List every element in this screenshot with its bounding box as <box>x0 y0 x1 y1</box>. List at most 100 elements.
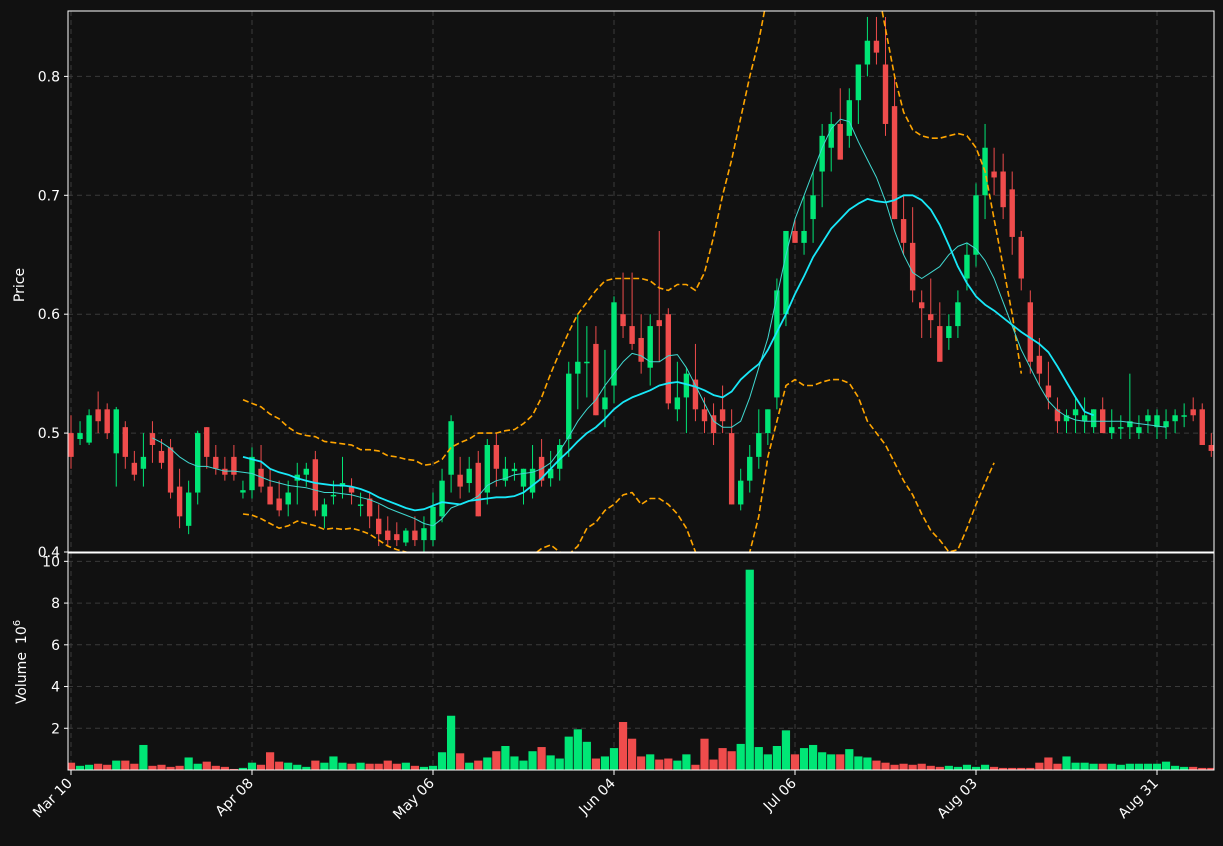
volume-bar <box>591 758 600 770</box>
volume-bar <box>356 762 365 770</box>
candle-body <box>1009 189 1015 237</box>
volume-bar <box>193 763 202 770</box>
volume-bar <box>537 747 546 770</box>
volume-bar <box>962 764 972 770</box>
volume-bar <box>827 754 836 770</box>
candle-body <box>475 462 481 517</box>
candle-body <box>575 361 581 374</box>
volume-bar <box>727 751 736 770</box>
candle-body <box>303 468 309 475</box>
volume-bar <box>863 757 872 770</box>
volume-bar <box>1062 756 1071 770</box>
volume-bar <box>383 760 392 770</box>
volume-bar <box>555 758 564 770</box>
candle-body <box>792 230 798 243</box>
volume-bar <box>175 765 184 770</box>
candle-body <box>113 409 119 454</box>
candle-body <box>493 444 500 469</box>
candle-body <box>68 433 74 457</box>
candle-body <box>520 468 527 487</box>
volume-bar <box>256 764 266 770</box>
volume-bar <box>447 715 456 770</box>
volume-bar <box>682 754 691 770</box>
volume-tick-label: 4 <box>51 680 60 696</box>
volume-bar <box>818 752 827 770</box>
volume-bar <box>401 762 410 770</box>
volume-bar <box>944 765 953 770</box>
candle-body <box>584 361 590 364</box>
chart-root: 0.4 0.5 0.6 0.7 0.8 2 4 6 8 10 Mar 10 Apr 08 May 0… <box>0 0 1223 842</box>
candle-body <box>412 530 418 541</box>
candle-body <box>439 480 445 517</box>
volume-bar <box>790 754 800 770</box>
volume-bar <box>465 762 474 770</box>
volume-bar <box>673 760 682 770</box>
candle-body <box>629 326 635 344</box>
volume-bar <box>456 753 465 770</box>
candle-body <box>222 468 228 475</box>
candle-body <box>285 492 291 505</box>
price-tick-label: 0.8 <box>38 69 60 85</box>
candle-body <box>321 504 328 517</box>
candle-body <box>1018 236 1024 279</box>
volume-bar <box>745 569 754 770</box>
candle-body <box>104 409 110 434</box>
volume-bar <box>1171 765 1180 770</box>
candle-body <box>638 337 644 362</box>
candle-body <box>403 530 409 543</box>
volume-bar <box>347 763 356 770</box>
candle-body <box>783 230 789 315</box>
volume-tick-label: 10 <box>42 554 60 570</box>
candle-body <box>593 343 599 416</box>
candle-body <box>873 40 880 53</box>
volume-axis-exponent-power: 6 <box>12 620 23 626</box>
volume-bar <box>275 761 284 770</box>
candle-body <box>1045 385 1052 398</box>
volume-bar <box>781 730 791 770</box>
candle-body <box>231 456 237 475</box>
volume-bar <box>519 760 528 770</box>
volume-bar <box>917 763 926 770</box>
volume-bar <box>392 763 401 770</box>
volume-bar <box>428 765 438 770</box>
volume-bar <box>836 754 845 770</box>
volume-bar <box>736 743 745 770</box>
volume-bar <box>501 746 510 770</box>
volume-bar <box>148 765 157 770</box>
candle-body <box>385 530 391 541</box>
candle-body <box>267 486 273 505</box>
volume-bar <box>1107 763 1116 770</box>
price-tick-label: 0.7 <box>38 188 60 204</box>
volume-bar <box>338 762 347 770</box>
stock-chart: 0.40.50.60.70.8 246810 Mar 10 Apr 08 May 0… <box>0 0 1223 842</box>
candle-body <box>1027 302 1033 362</box>
volume-bar <box>1035 762 1044 770</box>
candle-body <box>828 123 834 148</box>
candle-body <box>1163 421 1169 428</box>
volume-bar <box>1098 763 1107 770</box>
candle-body <box>1208 444 1214 451</box>
volume-bar <box>609 748 619 770</box>
volume-bar <box>700 738 709 770</box>
volume-bar <box>139 744 148 770</box>
candle-body <box>937 326 943 362</box>
candle-body <box>430 506 436 541</box>
candle-body <box>747 456 753 481</box>
volume-bar <box>754 747 763 770</box>
volume-bar <box>908 764 917 770</box>
volume-bar <box>1152 763 1162 770</box>
volume-bar <box>691 764 700 770</box>
candle-body <box>1054 409 1061 422</box>
volume-axis-exponent-base: 10 <box>14 626 30 644</box>
volume-axis-label: Volume 106 <box>12 620 30 704</box>
volume-bar <box>1125 763 1134 770</box>
volume-bar <box>1161 761 1171 770</box>
candle-body <box>511 468 518 472</box>
volume-bar <box>202 761 211 770</box>
volume-bar <box>184 757 193 770</box>
candle-body <box>756 433 762 457</box>
candle-body <box>140 456 147 469</box>
candle-body <box>376 518 382 535</box>
candle-body <box>366 498 373 517</box>
volume-tick-label: 2 <box>51 721 60 737</box>
